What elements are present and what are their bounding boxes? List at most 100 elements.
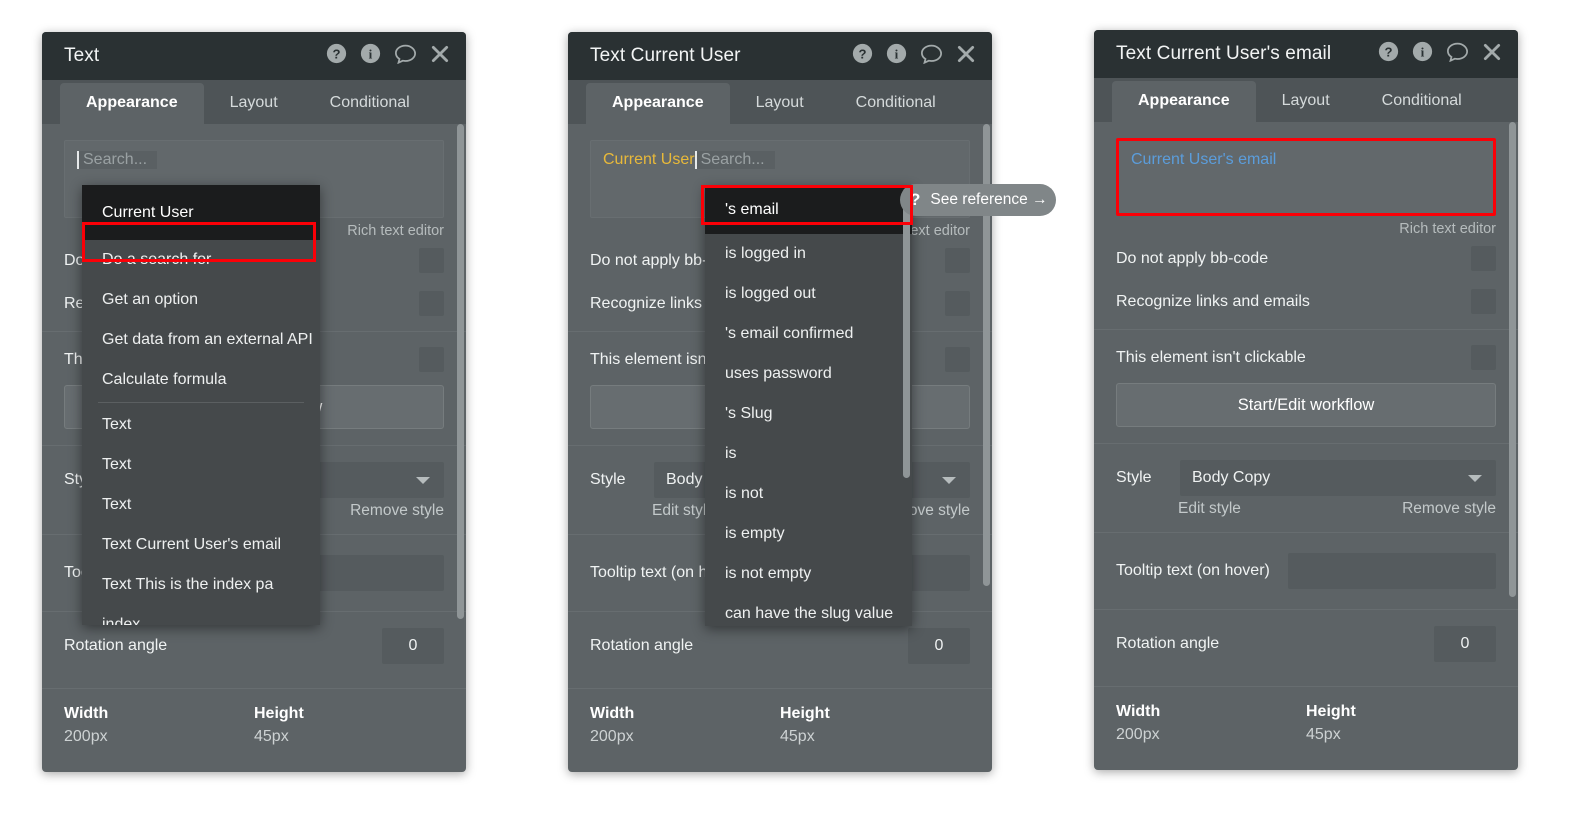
dropdown-item-get-an-option[interactable]: Get an option: [82, 280, 320, 320]
dropdown-scrollbar[interactable]: [903, 188, 910, 478]
info-circle-icon[interactable]: i: [1412, 41, 1433, 67]
tab-appearance[interactable]: Appearance: [586, 83, 730, 124]
dropdown-item-do-a-search-for[interactable]: Do a search for: [82, 240, 320, 280]
height-value[interactable]: 45px: [780, 728, 970, 746]
close-x-icon[interactable]: [956, 44, 976, 69]
dropdown-item-text-index-pa[interactable]: Text This is the index pa: [82, 565, 320, 605]
svg-text:i: i: [895, 46, 899, 61]
dropdown-item-text-current-user-email[interactable]: Text Current User's email: [82, 525, 320, 565]
height-col: Height 45px: [254, 705, 444, 746]
panel-scrollbar[interactable]: [457, 124, 464, 619]
dropdown-separator: [98, 402, 304, 403]
header-icon-group: ? i: [852, 43, 976, 69]
checkbox-do-not-apply-bbcode[interactable]: [1471, 246, 1496, 271]
help-circle-icon[interactable]: ?: [1378, 41, 1399, 67]
speech-bubble-icon[interactable]: [920, 43, 943, 69]
dropdown-item-calculate-formula[interactable]: Calculate formula: [82, 360, 320, 400]
width-height-row: Width 200px Height 45px: [42, 695, 466, 746]
checkbox-recognize-links[interactable]: [945, 291, 970, 316]
edit-style-link[interactable]: Edit style: [1178, 500, 1241, 518]
tab-conditional[interactable]: Conditional: [304, 83, 436, 124]
dropdown-item-is-logged-in[interactable]: is logged in: [705, 234, 912, 274]
dropdown-item-uses-password[interactable]: uses password: [705, 354, 912, 394]
tooltip-label: Tooltip text (on hover): [1116, 562, 1270, 579]
width-value[interactable]: 200px: [64, 728, 254, 746]
dropdown-item-is-not-empty[interactable]: is not empty: [705, 554, 912, 594]
panel-title: Text Current User: [590, 45, 741, 66]
dropdown-data-source-panel1[interactable]: Current User Do a search for Get an opti…: [82, 185, 320, 625]
tab-layout[interactable]: Layout: [204, 83, 304, 124]
panel-title: Text: [64, 45, 100, 66]
start-edit-workflow-button[interactable]: Start/Edit workflow: [1116, 383, 1496, 427]
dropdown-item-text-2[interactable]: Text: [82, 445, 320, 485]
style-select[interactable]: Body Copy: [1180, 460, 1496, 496]
editor-token-current-user[interactable]: Current User: [603, 151, 695, 168]
height-value[interactable]: 45px: [254, 728, 444, 746]
height-label: Height: [1306, 703, 1356, 720]
rotation-label: Rotation angle: [590, 637, 694, 654]
row-not-clickable[interactable]: This element isn't clickable: [1094, 336, 1518, 379]
help-circle-icon[interactable]: ?: [852, 43, 873, 69]
dropdown-item-is-logged-out[interactable]: is logged out: [705, 274, 912, 314]
header-icon-group: ? i: [326, 43, 450, 69]
dropdown-item-current-user[interactable]: Current User: [82, 185, 320, 240]
info-circle-icon[interactable]: i: [360, 43, 381, 69]
dropdown-item-is[interactable]: is: [705, 434, 912, 474]
see-reference-tooltip[interactable]: ? See reference →: [900, 184, 1056, 216]
remove-style-link[interactable]: Remove style: [1402, 500, 1496, 518]
height-value[interactable]: 45px: [1306, 726, 1496, 744]
checkbox-not-clickable[interactable]: [419, 347, 444, 372]
dropdown-item-index[interactable]: index: [82, 605, 320, 625]
rotation-label: Rotation angle: [1116, 635, 1220, 652]
rotation-input[interactable]: 0: [908, 628, 970, 664]
dropdown-item-text-1[interactable]: Text: [82, 405, 320, 445]
panel-scrollbar[interactable]: [1509, 122, 1516, 597]
question-mark-icon: ?: [910, 190, 921, 209]
row-recognize-links[interactable]: Recognize links and emails: [1094, 280, 1518, 323]
tab-appearance[interactable]: Appearance: [60, 83, 204, 124]
dropdown-item-s-slug[interactable]: 's Slug: [705, 394, 912, 434]
info-circle-icon[interactable]: i: [886, 43, 907, 69]
rotation-input[interactable]: 0: [382, 628, 444, 664]
checkbox-do-not-apply-bbcode[interactable]: [419, 248, 444, 273]
search-input[interactable]: Search...: [77, 151, 158, 169]
editor-token-current-user-email[interactable]: Current User's email: [1131, 151, 1276, 168]
dropdown-item-get-data-external-api[interactable]: Get data from an external API: [82, 320, 320, 360]
speech-bubble-icon[interactable]: [1446, 41, 1469, 67]
tab-conditional[interactable]: Conditional: [1356, 81, 1488, 122]
checkbox-do-not-apply-bbcode[interactable]: [945, 248, 970, 273]
tab-appearance[interactable]: Appearance: [1112, 81, 1256, 122]
checkbox-not-clickable[interactable]: [945, 347, 970, 372]
row-do-not-apply-bbcode[interactable]: Do not apply bb-code: [1094, 237, 1518, 280]
dropdown-item-is-empty[interactable]: is empty: [705, 514, 912, 554]
checkbox-recognize-links[interactable]: [419, 291, 444, 316]
dropdown-item-text-3[interactable]: Text: [82, 485, 320, 525]
chevron-down-icon: [416, 477, 430, 484]
dropdown-operator-panel2[interactable]: 's email is logged in is logged out 's e…: [705, 186, 912, 626]
search-input[interactable]: Search...: [694, 151, 775, 169]
close-x-icon[interactable]: [1482, 42, 1502, 67]
speech-bubble-icon[interactable]: [394, 43, 417, 69]
help-circle-icon[interactable]: ?: [326, 43, 347, 69]
text-content-editor[interactable]: Current User's email: [1116, 138, 1496, 216]
rotation-label: Rotation angle: [64, 637, 168, 654]
width-value[interactable]: 200px: [1116, 726, 1306, 744]
remove-style-link[interactable]: Remove style: [350, 502, 444, 520]
tab-conditional[interactable]: Conditional: [830, 83, 962, 124]
dropdown-item-is-not[interactable]: is not: [705, 474, 912, 514]
tab-layout[interactable]: Layout: [1256, 81, 1356, 122]
tab-layout[interactable]: Layout: [730, 83, 830, 124]
dropdown-item-can-have-slug-value[interactable]: can have the slug value: [705, 594, 912, 626]
divider: [568, 688, 992, 689]
width-label: Width: [64, 705, 109, 722]
width-value[interactable]: 200px: [590, 728, 780, 746]
dropdown-item-s-email-confirmed[interactable]: 's email confirmed: [705, 314, 912, 354]
dropdown-item-s-email[interactable]: 's email: [705, 186, 912, 234]
header-icon-group: ? i: [1378, 41, 1502, 67]
tooltip-input[interactable]: [1287, 553, 1496, 589]
checkbox-recognize-links[interactable]: [1471, 289, 1496, 314]
rotation-input[interactable]: 0: [1434, 626, 1496, 662]
width-label: Width: [1116, 703, 1161, 720]
checkbox-not-clickable[interactable]: [1471, 345, 1496, 370]
close-x-icon[interactable]: [430, 44, 450, 69]
